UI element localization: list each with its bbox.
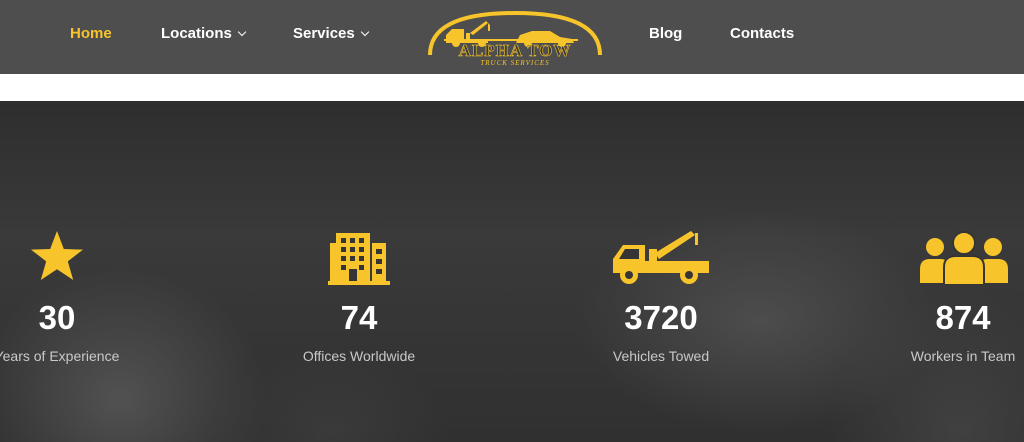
- nav-contacts-link[interactable]: Contacts: [730, 24, 794, 44]
- chevron-down-icon: [360, 27, 369, 37]
- stat-label: Workers in Team: [910, 348, 1016, 364]
- chevron-down-icon: [237, 27, 247, 37]
- logo-subtitle: TRUCK SERVICES: [480, 59, 550, 67]
- nav-home-link[interactable]: Home: [70, 24, 112, 44]
- stat-label: Years of Experience: [0, 348, 120, 364]
- stat-number: 74: [340, 299, 378, 336]
- nav-blog-label: Blog: [649, 25, 683, 42]
- nav-home-label: Home: [70, 25, 112, 42]
- building-icon: [328, 229, 390, 285]
- star-icon: [29, 229, 85, 285]
- stat-number: 874: [935, 299, 991, 336]
- stat-number: 30: [38, 299, 76, 336]
- nav-services-link[interactable]: Services: [293, 24, 369, 44]
- nav-locations-link[interactable]: Locations: [161, 24, 247, 44]
- site-header: Home Locations Services ALPHA TOW TRUCK …: [0, 0, 1024, 74]
- stats-section: 30 Years of Experience 74 Offices Worldw…: [0, 101, 1024, 442]
- stat-label: Vehicles Towed: [612, 348, 710, 364]
- nav-services-label: Services: [293, 25, 355, 42]
- nav-contacts-label: Contacts: [730, 25, 795, 42]
- nav-locations-label: Locations: [161, 25, 232, 42]
- stat-label: Offices Worldwide: [302, 348, 416, 364]
- alpha-tow-logo[interactable]: ALPHA TOW TRUCK SERVICES: [424, 9, 606, 69]
- nav-blog-link[interactable]: Blog: [649, 24, 682, 44]
- workers-team-icon: [918, 229, 1010, 285]
- logo-title: ALPHA TOW: [458, 41, 572, 60]
- tow-truck-icon: [611, 229, 711, 285]
- stat-number: 3720: [624, 299, 698, 336]
